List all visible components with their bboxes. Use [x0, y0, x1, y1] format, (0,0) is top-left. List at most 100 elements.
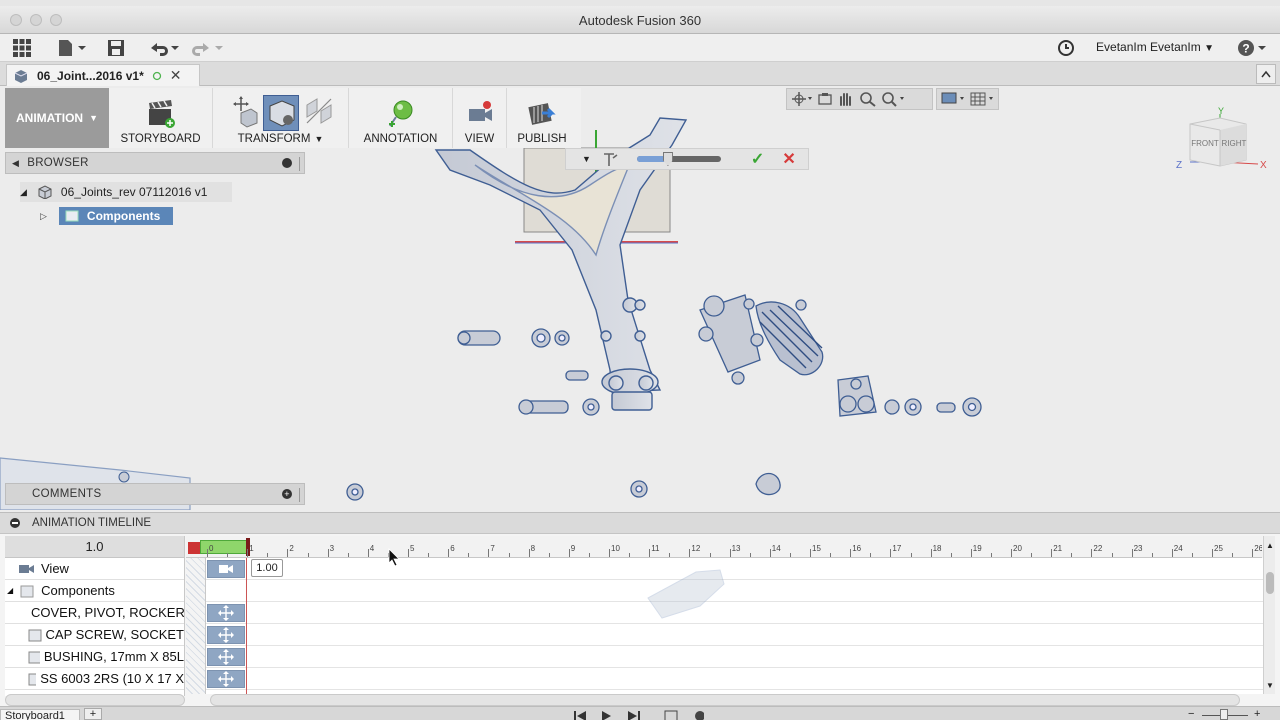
- timeline-row-view[interactable]: View: [5, 558, 184, 580]
- drag-ghost-image: [647, 569, 725, 619]
- grid-settings-icon[interactable]: [970, 91, 995, 107]
- storyboard-tab[interactable]: Storyboard1: [0, 709, 80, 720]
- window-title: Autodesk Fusion 360: [578, 13, 702, 28]
- transform-components-icon[interactable]: [262, 95, 299, 131]
- timeline-ruler[interactable]: 0 1 2 3 4 5 6 7 8 9 10 11 12 13 14 15 16 17 18 19 20 21 22 23 24…: [186, 536, 1262, 558]
- tab-overflow-button[interactable]: [1256, 64, 1276, 84]
- pivot-icon[interactable]: [601, 150, 621, 168]
- fit-timeline-icon[interactable]: [664, 710, 678, 720]
- timeline-row-component[interactable]: CAP SCREW, SOCKET: [5, 624, 184, 646]
- timeline-row-component[interactable]: SS 6003 2RS (10 X 17 X: [5, 668, 184, 690]
- collapse-triangle-icon[interactable]: ◀: [12, 158, 19, 169]
- ruler-tick-label: 23: [1133, 544, 1143, 553]
- transform-action-block[interactable]: [207, 648, 245, 666]
- timeline-horizontal-scrollbar[interactable]: [210, 694, 1240, 706]
- quick-access-toolbar: EvetanIm EvetanIm ▼ ?: [0, 34, 1280, 62]
- animation-timeline-header[interactable]: ANIMATION TIMELINE: [0, 512, 1280, 534]
- publish-button[interactable]: PUBLISH: [507, 88, 577, 148]
- timeline-row-components[interactable]: ◢ Components: [5, 580, 184, 602]
- annotation-label: ANNOTATION: [363, 133, 438, 145]
- ruler-tick: [367, 549, 369, 557]
- transform-label[interactable]: TRANSFORM: [238, 133, 311, 145]
- playhead-line: [246, 558, 247, 694]
- view-label: VIEW: [464, 133, 495, 145]
- ruler-minor-tick: [588, 553, 590, 557]
- timeline-zoom-slider[interactable]: − +: [1186, 709, 1266, 720]
- ruler-tick: [287, 549, 289, 557]
- annotation-button[interactable]: ANNOTATION: [349, 88, 453, 148]
- go-to-end-icon[interactable]: [628, 711, 640, 720]
- viewcube[interactable]: FRONT RIGHT Y X Z: [1176, 104, 1268, 174]
- display-settings-icon[interactable]: [941, 91, 966, 107]
- confirm-checkmark-icon[interactable]: ✓: [751, 149, 764, 169]
- transform-action-block[interactable]: [207, 670, 245, 688]
- add-comment-icon[interactable]: +: [282, 489, 292, 499]
- orbit-icon[interactable]: [791, 91, 813, 107]
- comments-panel-header[interactable]: COMMENTS +: [5, 483, 305, 505]
- ruler-tick: [448, 549, 450, 557]
- zoom-icon[interactable]: [859, 91, 877, 107]
- tree-horizontal-scrollbar[interactable]: [5, 694, 185, 706]
- timeline-tree: 1.0 View ◢ Components COVER, PIVOT, ROCK…: [5, 536, 185, 696]
- fit-icon[interactable]: [881, 91, 907, 107]
- timeline-vertical-scrollbar[interactable]: ▲ ▼: [1263, 536, 1275, 694]
- zoom-slider-handle[interactable]: [1220, 709, 1228, 720]
- publish-label: PUBLISH: [517, 133, 567, 145]
- view-action-block[interactable]: [207, 560, 245, 578]
- annotation-icon: [388, 100, 412, 127]
- browser-root-node[interactable]: ◢ 06_Joints_rev 07112016 v1: [20, 182, 232, 202]
- zoom-in-icon[interactable]: +: [1254, 709, 1260, 720]
- workspace-switcher[interactable]: ANIMATION ▼: [5, 88, 109, 148]
- ruler-tick: [528, 549, 530, 557]
- browser-panel-header[interactable]: ◀ BROWSER: [5, 152, 305, 174]
- cancel-x-icon[interactable]: ✕: [782, 149, 795, 169]
- go-to-start-icon[interactable]: [574, 711, 586, 720]
- add-storyboard-button[interactable]: +: [84, 708, 102, 720]
- components-label: Components: [86, 209, 161, 223]
- data-panel-button[interactable]: [12, 38, 32, 58]
- slider-handle[interactable]: [662, 152, 673, 166]
- pin-icon[interactable]: [282, 158, 292, 168]
- redo-button[interactable]: [190, 38, 226, 58]
- timeline-zoom-value[interactable]: 1.0: [5, 536, 184, 558]
- save-button[interactable]: [106, 38, 126, 58]
- timeline-start-marker[interactable]: [188, 542, 200, 554]
- collapse-icon[interactable]: [10, 518, 20, 528]
- scale-slider[interactable]: [636, 152, 721, 166]
- timeline-row-label: BUSHING, 17mm X 85L: [43, 649, 184, 664]
- transform-action-block[interactable]: [207, 604, 245, 622]
- undo-button[interactable]: [146, 38, 182, 58]
- help-button[interactable]: ?: [1236, 38, 1268, 58]
- chevron-down-icon[interactable]: ▼: [582, 154, 591, 164]
- close-tab-button[interactable]: ✕: [170, 67, 182, 84]
- zoom-out-icon[interactable]: −: [1188, 709, 1194, 720]
- browser-components-node[interactable]: ▷ Components: [40, 206, 173, 226]
- look-at-icon[interactable]: [817, 91, 833, 107]
- undo-icon: [151, 43, 179, 56]
- pan-hand-icon[interactable]: [837, 91, 855, 107]
- play-icon[interactable]: [602, 711, 611, 720]
- move-icon[interactable]: [227, 95, 259, 129]
- document-tab[interactable]: 06_Joint...2016 v1* ✕: [6, 64, 200, 86]
- scroll-up-icon[interactable]: ▲: [1266, 542, 1274, 550]
- expand-triangle-icon[interactable]: ▷: [40, 211, 47, 222]
- ruler-tick: [247, 549, 249, 557]
- scroll-down-icon[interactable]: ▼: [1266, 682, 1274, 690]
- ruler-minor-tick: [669, 553, 671, 557]
- expand-triangle-icon[interactable]: ◢: [20, 187, 27, 198]
- expand-triangle-icon[interactable]: ◢: [7, 586, 13, 595]
- settings-gear-icon[interactable]: [695, 711, 704, 720]
- timeline-lane-components: [206, 580, 1263, 602]
- browser-title: BROWSER: [27, 157, 89, 169]
- timeline-row-component[interactable]: BUSHING, 17mm X 85L: [5, 646, 184, 668]
- storyboard-button[interactable]: STORYBOARD: [109, 88, 213, 148]
- restore-home-icon[interactable]: [303, 95, 335, 129]
- user-account-button[interactable]: EvetanIm EvetanIm ▼: [1096, 40, 1214, 54]
- ruler-minor-tick: [789, 553, 791, 557]
- job-status-button[interactable]: [1056, 38, 1076, 58]
- view-button[interactable]: VIEW: [453, 88, 507, 148]
- transform-action-block[interactable]: [207, 626, 245, 644]
- scroll-thumb[interactable]: [1266, 572, 1274, 594]
- timeline-row-component[interactable]: COVER, PIVOT, ROCKER: [5, 602, 184, 624]
- file-menu-button[interactable]: [54, 38, 88, 58]
